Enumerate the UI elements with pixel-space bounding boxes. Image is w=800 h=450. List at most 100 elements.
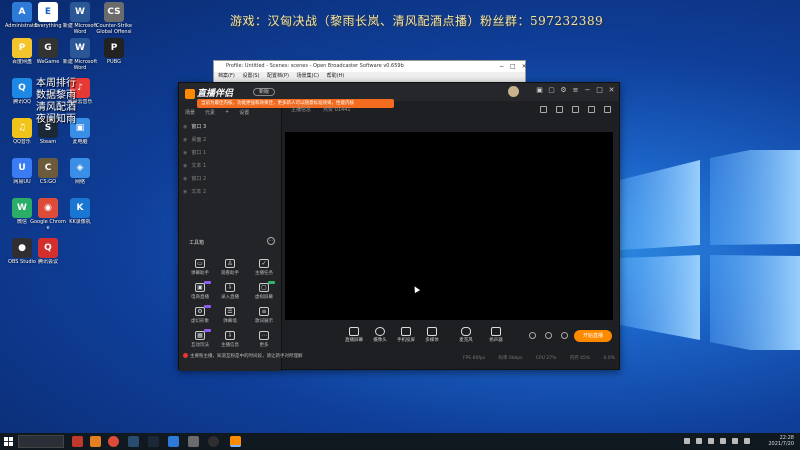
desktop-icon[interactable]: G WeGame bbox=[30, 38, 66, 71]
desktop-icon[interactable]: W 新建 Microsoft Word bbox=[62, 38, 98, 71]
scene-item[interactable]: ◉ 文本 2 bbox=[183, 188, 206, 195]
screen-capture-button[interactable]: 直播屏幕 bbox=[343, 327, 365, 343]
settings-icon[interactable]: ⚙ bbox=[560, 87, 567, 94]
tab-settings[interactable]: 设置 bbox=[239, 109, 249, 116]
menu-icon[interactable]: ≡ bbox=[572, 87, 579, 94]
tool-button[interactable]: ✓ 主播任务 bbox=[251, 259, 277, 276]
eye-icon[interactable]: ◉ bbox=[183, 176, 187, 182]
ranking-line: 清风配酒 bbox=[36, 102, 76, 113]
tools-more-icon[interactable]: ⋯ bbox=[267, 237, 275, 245]
record-icon[interactable] bbox=[529, 332, 536, 339]
tray-icon[interactable] bbox=[684, 438, 690, 444]
phone-cast-button[interactable]: 手机投屏 bbox=[395, 327, 417, 343]
tool-button[interactable]: ⇩ 录入直播 bbox=[217, 283, 243, 300]
tray-icon[interactable] bbox=[744, 438, 750, 444]
tool-button[interactable]: ⋯ 更多 bbox=[251, 331, 277, 348]
tool-button[interactable]: ☰ 弹幕墙 bbox=[217, 307, 243, 324]
desktop-icon[interactable]: K KK录像机 bbox=[62, 198, 98, 231]
tray-icon[interactable] bbox=[708, 438, 714, 444]
live-settings-icon[interactable] bbox=[561, 332, 568, 339]
scene-item[interactable]: ◉ 桌面 2 bbox=[183, 136, 206, 143]
close-icon[interactable]: ✕ bbox=[608, 87, 615, 94]
minimize-icon[interactable]: − bbox=[584, 87, 591, 94]
tool-button[interactable]: ⇩ 主播信息 bbox=[217, 331, 243, 348]
desktop-icon-label: Steam bbox=[39, 139, 57, 145]
speaker-button[interactable]: 扬声器 bbox=[485, 327, 507, 343]
tool-button[interactable]: ▣ 电商直播 bbox=[187, 281, 213, 300]
tool-button[interactable]: ▦ 互动玩法 bbox=[187, 329, 213, 348]
eye-icon[interactable]: ◉ bbox=[183, 150, 187, 156]
desktop-icon[interactable]: ◉ Google Chrome bbox=[30, 198, 66, 231]
taskbar-app-icon[interactable] bbox=[90, 436, 101, 447]
clock[interactable]: 22:28 2021/7/20 bbox=[768, 435, 794, 447]
obs-window-controls[interactable]: −□✕ bbox=[499, 61, 527, 72]
obs-menu-item[interactable]: 设置(S) bbox=[242, 73, 259, 79]
tray-icon[interactable] bbox=[732, 438, 738, 444]
gift-icon[interactable] bbox=[540, 106, 547, 113]
tray-icon[interactable] bbox=[696, 438, 702, 444]
desktop-icon[interactable]: CSCounter-Strike Global Offensive bbox=[96, 2, 132, 35]
tab-scenes[interactable]: 场景 bbox=[185, 109, 195, 116]
shop-icon[interactable] bbox=[556, 106, 563, 113]
scene-item[interactable]: ◉ 窗口 2 bbox=[183, 175, 206, 182]
obs-menu-item[interactable]: 帮助(H) bbox=[327, 73, 345, 79]
maximize-icon[interactable]: □ bbox=[596, 87, 603, 94]
eye-icon[interactable]: ◉ bbox=[183, 124, 187, 130]
eye-icon[interactable] bbox=[545, 332, 552, 339]
desktop-icon[interactable]: W 新建 Microsoft Word bbox=[62, 2, 98, 35]
taskbar-search-input[interactable] bbox=[18, 435, 64, 448]
obs-menu-item[interactable]: 配置档(P) bbox=[267, 73, 289, 79]
camera-button[interactable]: 摄像头 bbox=[369, 327, 391, 343]
ranking-line: 本周排行 bbox=[36, 78, 76, 89]
tool-button[interactable]: ▭ 弹幕助手 bbox=[187, 259, 213, 276]
tool-button[interactable]: ♙ 观看助手 bbox=[217, 259, 243, 276]
obs-menu-item[interactable]: 档案(F) bbox=[218, 73, 235, 79]
media-button[interactable]: 多媒体 bbox=[421, 327, 443, 343]
taskbar-app-icon[interactable] bbox=[188, 436, 199, 447]
chrome-icon[interactable] bbox=[108, 436, 119, 447]
microphone-button[interactable]: 麦克风 bbox=[455, 327, 477, 343]
obs-icon[interactable] bbox=[208, 436, 219, 447]
obs-titlebar[interactable]: Profile: Untitled - Scenes: scenes - Ope… bbox=[214, 61, 527, 72]
anchor-info-label[interactable]: 主播信息 bbox=[291, 101, 311, 119]
scene-item[interactable]: ◉ 窗口 1 bbox=[183, 149, 206, 156]
desktop-icon[interactable]: C CS:GO bbox=[30, 158, 66, 191]
tab-add[interactable]: + bbox=[225, 109, 229, 116]
obs-menu-item[interactable]: 场景集(C) bbox=[297, 73, 319, 79]
tool-label: 虚幻形象 bbox=[191, 319, 209, 324]
live-preview-canvas[interactable] bbox=[285, 132, 613, 320]
windows-start-icon[interactable] bbox=[4, 437, 13, 446]
desktop-icon-label: Counter-Strike Global Offensive bbox=[96, 23, 132, 35]
tray-icon[interactable] bbox=[720, 438, 726, 444]
version-badge[interactable]: 新版 bbox=[253, 88, 275, 96]
desktop-icon-label: 腾讯会议 bbox=[37, 259, 58, 265]
chart-icon[interactable] bbox=[572, 106, 579, 113]
tool-icon: ⚙ bbox=[195, 307, 205, 316]
scene-item[interactable]: ◉ 窗口 3 bbox=[183, 123, 206, 130]
taskbar-app-icon[interactable] bbox=[72, 436, 83, 447]
avatar[interactable] bbox=[508, 86, 519, 97]
tab-elements[interactable]: 元素 bbox=[205, 109, 215, 116]
taskbar-app-icon[interactable] bbox=[168, 436, 179, 447]
bell-icon[interactable] bbox=[588, 106, 595, 113]
desktop-icon[interactable]: E Everything bbox=[30, 2, 66, 35]
eye-icon[interactable]: ◉ bbox=[183, 137, 187, 143]
go-live-button[interactable]: 开始直播 bbox=[574, 330, 612, 342]
eye-icon[interactable]: ◉ bbox=[183, 189, 187, 195]
tool-button[interactable]: ⚙ 虚幻形象 bbox=[187, 305, 213, 324]
scene-item[interactable]: ◉ 文本 1 bbox=[183, 162, 206, 169]
share-icon[interactable] bbox=[604, 106, 611, 113]
status-fps: FPS 60fps bbox=[463, 356, 486, 361]
message-icon[interactable]: ▢ bbox=[548, 87, 555, 94]
steam-icon[interactable] bbox=[148, 436, 159, 447]
desktop-icon[interactable]: P PUBG bbox=[96, 38, 132, 71]
eye-icon[interactable]: ◉ bbox=[183, 163, 187, 169]
desktop-icon[interactable]: Q 腾讯会议 bbox=[30, 238, 66, 271]
skin-icon[interactable]: ▣ bbox=[536, 87, 543, 94]
tool-button[interactable]: ▢ 虚拟屏幕 bbox=[251, 281, 277, 300]
taskbar-app-icon[interactable] bbox=[128, 436, 139, 447]
live-companion-window[interactable]: 直播伴侣 新版 ▣ ▢ ⚙ ≡ − □ ✕ 场景 元素 + 设置 ◉ 窗口 3 ◉ 桌… bbox=[178, 82, 620, 371]
desktop-icon[interactable]: ◈ 网络 bbox=[62, 158, 98, 191]
tool-button[interactable]: ≡ 歌词展示 bbox=[251, 307, 277, 324]
live-companion-taskbar-icon[interactable] bbox=[230, 436, 241, 447]
